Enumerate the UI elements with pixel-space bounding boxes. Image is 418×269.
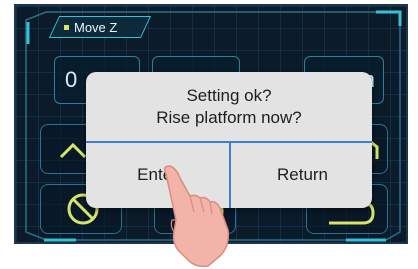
screen-title: Move Z: [64, 18, 117, 36]
title-bullet-icon: [64, 24, 69, 30]
dialog-message-line-2: Rise platform now?: [156, 108, 302, 127]
dialog-message: Setting ok? Rise platform now?: [86, 72, 372, 142]
pointing-hand-icon: [163, 165, 230, 268]
z-readout-partial-text: 0: [65, 67, 78, 92]
dialog-message-line-1: Setting ok?: [186, 86, 272, 105]
return-button[interactable]: Return: [231, 142, 372, 208]
screen-title-text: Move Z: [74, 19, 118, 35]
